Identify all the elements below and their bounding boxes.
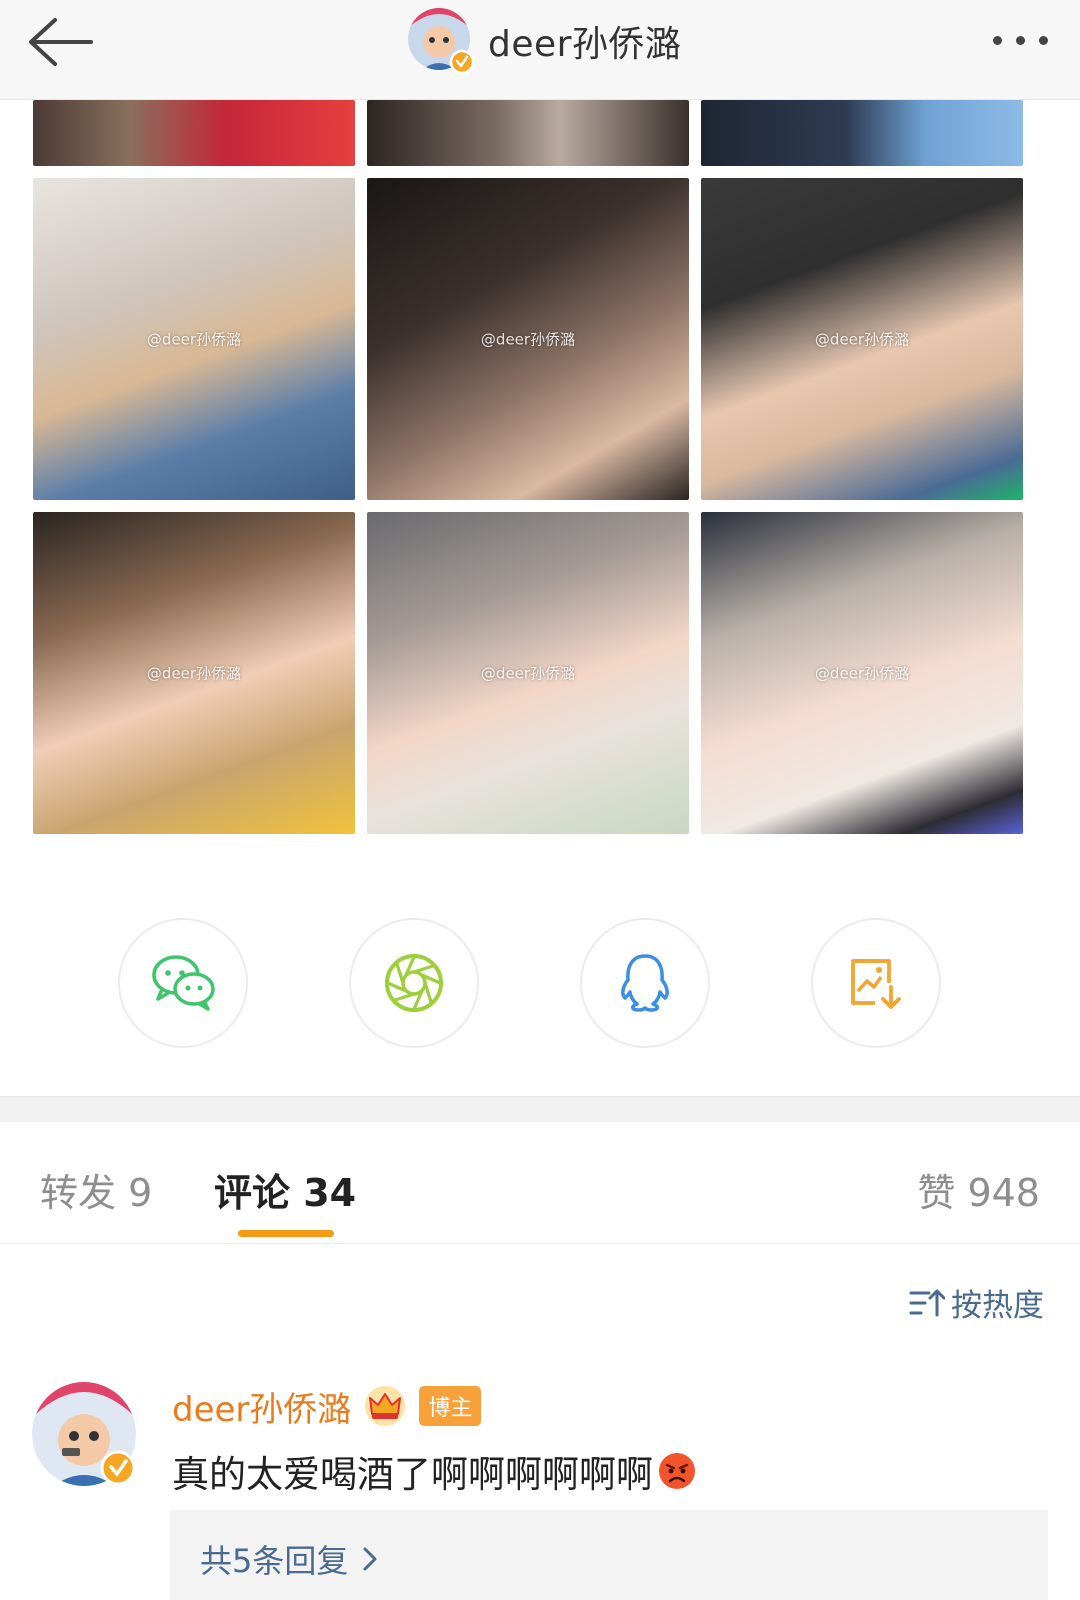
tab-like[interactable]: 赞 948 — [917, 1162, 1040, 1217]
save-image-button[interactable] — [811, 918, 941, 1048]
photo-5[interactable]: @deer孙侨潞 — [367, 178, 689, 500]
photo-3[interactable] — [701, 100, 1023, 166]
tab-comment[interactable]: 评论 34 — [214, 1162, 356, 1217]
sort-label: 按热度 — [951, 1288, 1044, 1324]
photo-watermark: @deer孙侨潞 — [814, 664, 910, 683]
photo-7[interactable]: @deer孙侨潞 — [33, 512, 355, 834]
share-qq-button[interactable] — [580, 918, 710, 1048]
section-divider — [0, 1096, 1080, 1122]
chevron-right-icon — [363, 1547, 377, 1571]
share-row — [0, 918, 1080, 1050]
photo-9[interactable]: @deer孙侨潞 — [701, 512, 1023, 834]
comment-body: 真的太爱喝酒了啊啊啊啊啊啊 — [172, 1444, 697, 1498]
photo-watermark: @deer孙侨潞 — [814, 330, 910, 349]
moments-icon — [385, 954, 443, 1012]
replies-box[interactable]: 共5条回复 — [170, 1510, 1048, 1600]
active-tab-indicator — [238, 1230, 334, 1237]
avatar[interactable] — [408, 8, 475, 75]
crown-icon — [365, 1386, 406, 1426]
comment-header: deer孙侨潞 博主 — [172, 1382, 482, 1431]
angry-face-icon — [659, 1453, 695, 1489]
more-dot — [1038, 35, 1048, 45]
share-moments-button[interactable] — [349, 918, 479, 1048]
photo-watermark: @deer孙侨潞 — [480, 330, 576, 349]
wechat-icon — [152, 955, 215, 1011]
save-image-icon — [851, 959, 901, 1009]
replies-label: 共5条回复 — [200, 1542, 349, 1580]
tab-repost[interactable]: 转发 9 — [40, 1162, 152, 1217]
top-bar: deer孙侨潞 — [0, 0, 1080, 100]
view-replies-link[interactable]: 共5条回复 — [200, 1536, 378, 1582]
photo-2[interactable] — [367, 100, 689, 166]
interaction-tabs: 转发 9 评论 34 赞 948 — [0, 1122, 1080, 1244]
photo-watermark: @deer孙侨潞 — [480, 664, 576, 683]
back-button[interactable] — [22, 12, 98, 72]
photo-watermark: @deer孙侨潞 — [146, 664, 242, 683]
photo-1[interactable] — [33, 100, 355, 166]
comment-author[interactable]: deer孙侨潞 — [172, 1382, 351, 1431]
comment-avatar[interactable] — [32, 1382, 140, 1490]
author-badge: 博主 — [419, 1386, 482, 1426]
sort-icon — [909, 1289, 945, 1316]
photo-watermark: @deer孙侨潞 — [146, 330, 242, 349]
photo-4[interactable]: @deer孙侨潞 — [33, 178, 355, 500]
comment-text: 真的太爱喝酒了啊啊啊啊啊啊 — [172, 1453, 653, 1496]
photo-6[interactable]: @deer孙侨潞 — [701, 178, 1023, 500]
share-wechat-button[interactable] — [118, 918, 248, 1048]
header-title[interactable]: deer孙侨潞 — [488, 15, 681, 67]
sort-button[interactable]: 按热度 — [909, 1280, 1044, 1325]
qq-icon — [621, 954, 669, 1012]
more-dot — [1015, 35, 1025, 45]
more-dots-icon — [992, 35, 1002, 45]
photo-8[interactable]: @deer孙侨潞 — [367, 512, 689, 834]
back-arrow-icon — [29, 18, 93, 66]
header-user[interactable]: deer孙侨潞 — [408, 8, 681, 75]
more-button[interactable] — [980, 22, 1060, 58]
